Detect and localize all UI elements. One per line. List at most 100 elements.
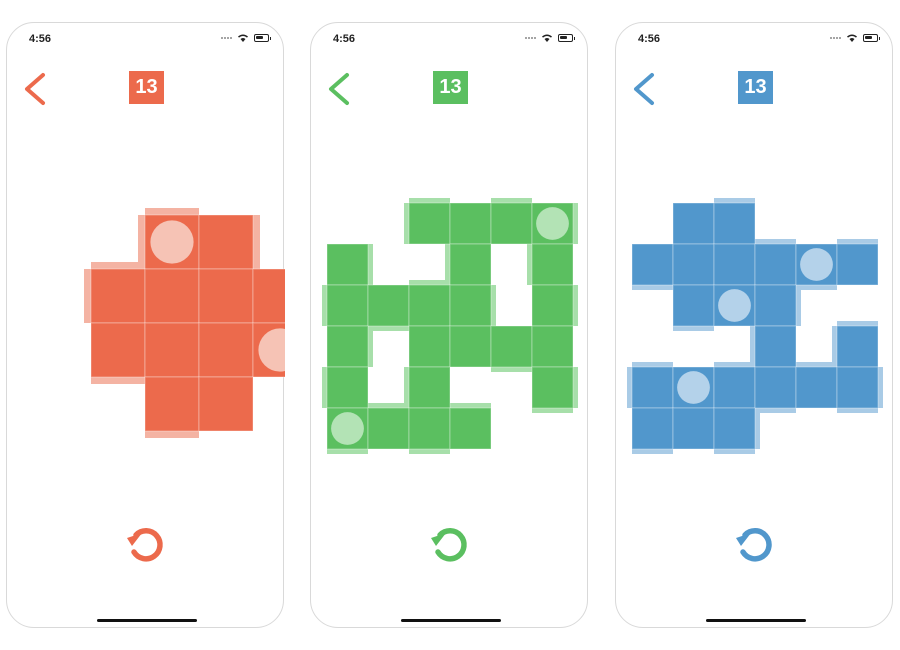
home-indicator[interactable] bbox=[706, 619, 806, 622]
tile-edge bbox=[491, 367, 532, 372]
tile-edge bbox=[322, 367, 327, 408]
board-tile[interactable] bbox=[326, 243, 369, 286]
tile-edge bbox=[632, 449, 673, 454]
tile-edge bbox=[91, 262, 145, 269]
board-tile[interactable] bbox=[836, 243, 879, 286]
tile-edge bbox=[450, 403, 491, 408]
board-tile[interactable] bbox=[836, 366, 879, 409]
tile-edge bbox=[409, 198, 450, 203]
ball-piece[interactable] bbox=[150, 220, 194, 264]
tile-edge bbox=[368, 326, 373, 367]
board-tile[interactable] bbox=[90, 268, 146, 324]
board-tile[interactable] bbox=[326, 284, 369, 327]
board-tile[interactable] bbox=[631, 243, 674, 286]
tile-edge bbox=[796, 285, 801, 326]
tile-edge bbox=[491, 198, 532, 203]
tile-edge bbox=[750, 326, 755, 367]
board-tile[interactable] bbox=[490, 325, 533, 368]
tile-edge bbox=[573, 367, 578, 408]
tile-edge bbox=[409, 280, 450, 285]
tile-edge bbox=[91, 377, 145, 384]
board-tile[interactable] bbox=[408, 407, 451, 450]
board-tile[interactable] bbox=[531, 243, 574, 286]
tile-edge bbox=[491, 285, 496, 326]
board-tile[interactable] bbox=[449, 243, 492, 286]
tile-edge bbox=[322, 285, 327, 326]
board-tile[interactable] bbox=[449, 284, 492, 327]
board-tile[interactable] bbox=[754, 284, 797, 327]
board-tile[interactable] bbox=[672, 202, 715, 245]
board-tile[interactable] bbox=[408, 284, 451, 327]
board-tile[interactable] bbox=[713, 243, 756, 286]
board-tile[interactable] bbox=[531, 325, 574, 368]
board-tile[interactable] bbox=[490, 202, 533, 245]
tile-edge bbox=[632, 362, 673, 367]
board-tile[interactable] bbox=[795, 366, 838, 409]
board-tile[interactable] bbox=[198, 322, 254, 378]
tile-edge bbox=[573, 285, 578, 326]
board-tile[interactable] bbox=[198, 214, 254, 270]
board-tile[interactable] bbox=[408, 202, 451, 245]
tile-edge bbox=[714, 362, 755, 367]
board-tile[interactable] bbox=[836, 325, 879, 368]
home-indicator[interactable] bbox=[97, 619, 197, 622]
board-tile[interactable] bbox=[144, 322, 200, 378]
reset-button[interactable] bbox=[124, 521, 170, 567]
board-tile[interactable] bbox=[90, 322, 146, 378]
board-tile[interactable] bbox=[144, 268, 200, 324]
ball-piece[interactable] bbox=[718, 289, 751, 322]
tile-edge bbox=[253, 215, 260, 269]
tile-edge bbox=[627, 367, 632, 408]
tile-edge bbox=[138, 215, 145, 269]
ball-piece[interactable] bbox=[331, 412, 364, 445]
board-tile[interactable] bbox=[672, 284, 715, 327]
board-tile[interactable] bbox=[631, 407, 674, 450]
board-tile[interactable] bbox=[754, 366, 797, 409]
tile-edge bbox=[404, 367, 409, 408]
tile-edge bbox=[404, 203, 409, 244]
board-tile[interactable] bbox=[713, 407, 756, 450]
board-tile[interactable] bbox=[449, 202, 492, 245]
restart-icon bbox=[127, 528, 163, 562]
board-tile[interactable] bbox=[449, 325, 492, 368]
board-tile[interactable] bbox=[713, 366, 756, 409]
tile-edge bbox=[532, 408, 573, 413]
tile-edge bbox=[445, 244, 450, 285]
board-tile[interactable] bbox=[326, 366, 369, 409]
reset-button[interactable] bbox=[733, 521, 779, 567]
board-tile[interactable] bbox=[672, 407, 715, 450]
phone-screen-blue: 4:56 13 bbox=[615, 22, 893, 628]
tile-edge bbox=[832, 326, 837, 367]
board-tile[interactable] bbox=[198, 376, 254, 432]
board-tile[interactable] bbox=[198, 268, 254, 324]
board-tile[interactable] bbox=[531, 366, 574, 409]
board-tile[interactable] bbox=[672, 243, 715, 286]
tile-edge bbox=[837, 321, 878, 326]
home-indicator[interactable] bbox=[401, 619, 501, 622]
board-tile[interactable] bbox=[252, 268, 285, 324]
board-tile[interactable] bbox=[408, 325, 451, 368]
board-tile[interactable] bbox=[144, 376, 200, 432]
board-tile[interactable] bbox=[449, 407, 492, 450]
tile-edge bbox=[673, 326, 714, 331]
ball-piece[interactable] bbox=[677, 371, 710, 404]
tile-edge bbox=[409, 449, 450, 454]
tile-edge bbox=[837, 408, 878, 413]
board-tile[interactable] bbox=[754, 243, 797, 286]
phone-screen-red: 4:56 13 bbox=[6, 22, 285, 628]
tile-edge bbox=[837, 239, 878, 244]
tile-edge bbox=[755, 239, 796, 244]
restart-icon bbox=[736, 528, 772, 562]
ball-piece[interactable] bbox=[536, 207, 569, 240]
board-tile[interactable] bbox=[367, 407, 410, 450]
tile-edge bbox=[714, 198, 755, 203]
board-tile[interactable] bbox=[326, 325, 369, 368]
board-tile[interactable] bbox=[408, 366, 451, 409]
board-tile[interactable] bbox=[754, 325, 797, 368]
board-tile[interactable] bbox=[367, 284, 410, 327]
board-tile[interactable] bbox=[531, 284, 574, 327]
reset-button[interactable] bbox=[428, 521, 474, 567]
board-tile[interactable] bbox=[713, 202, 756, 245]
ball-piece[interactable] bbox=[800, 248, 833, 281]
board-tile[interactable] bbox=[631, 366, 674, 409]
